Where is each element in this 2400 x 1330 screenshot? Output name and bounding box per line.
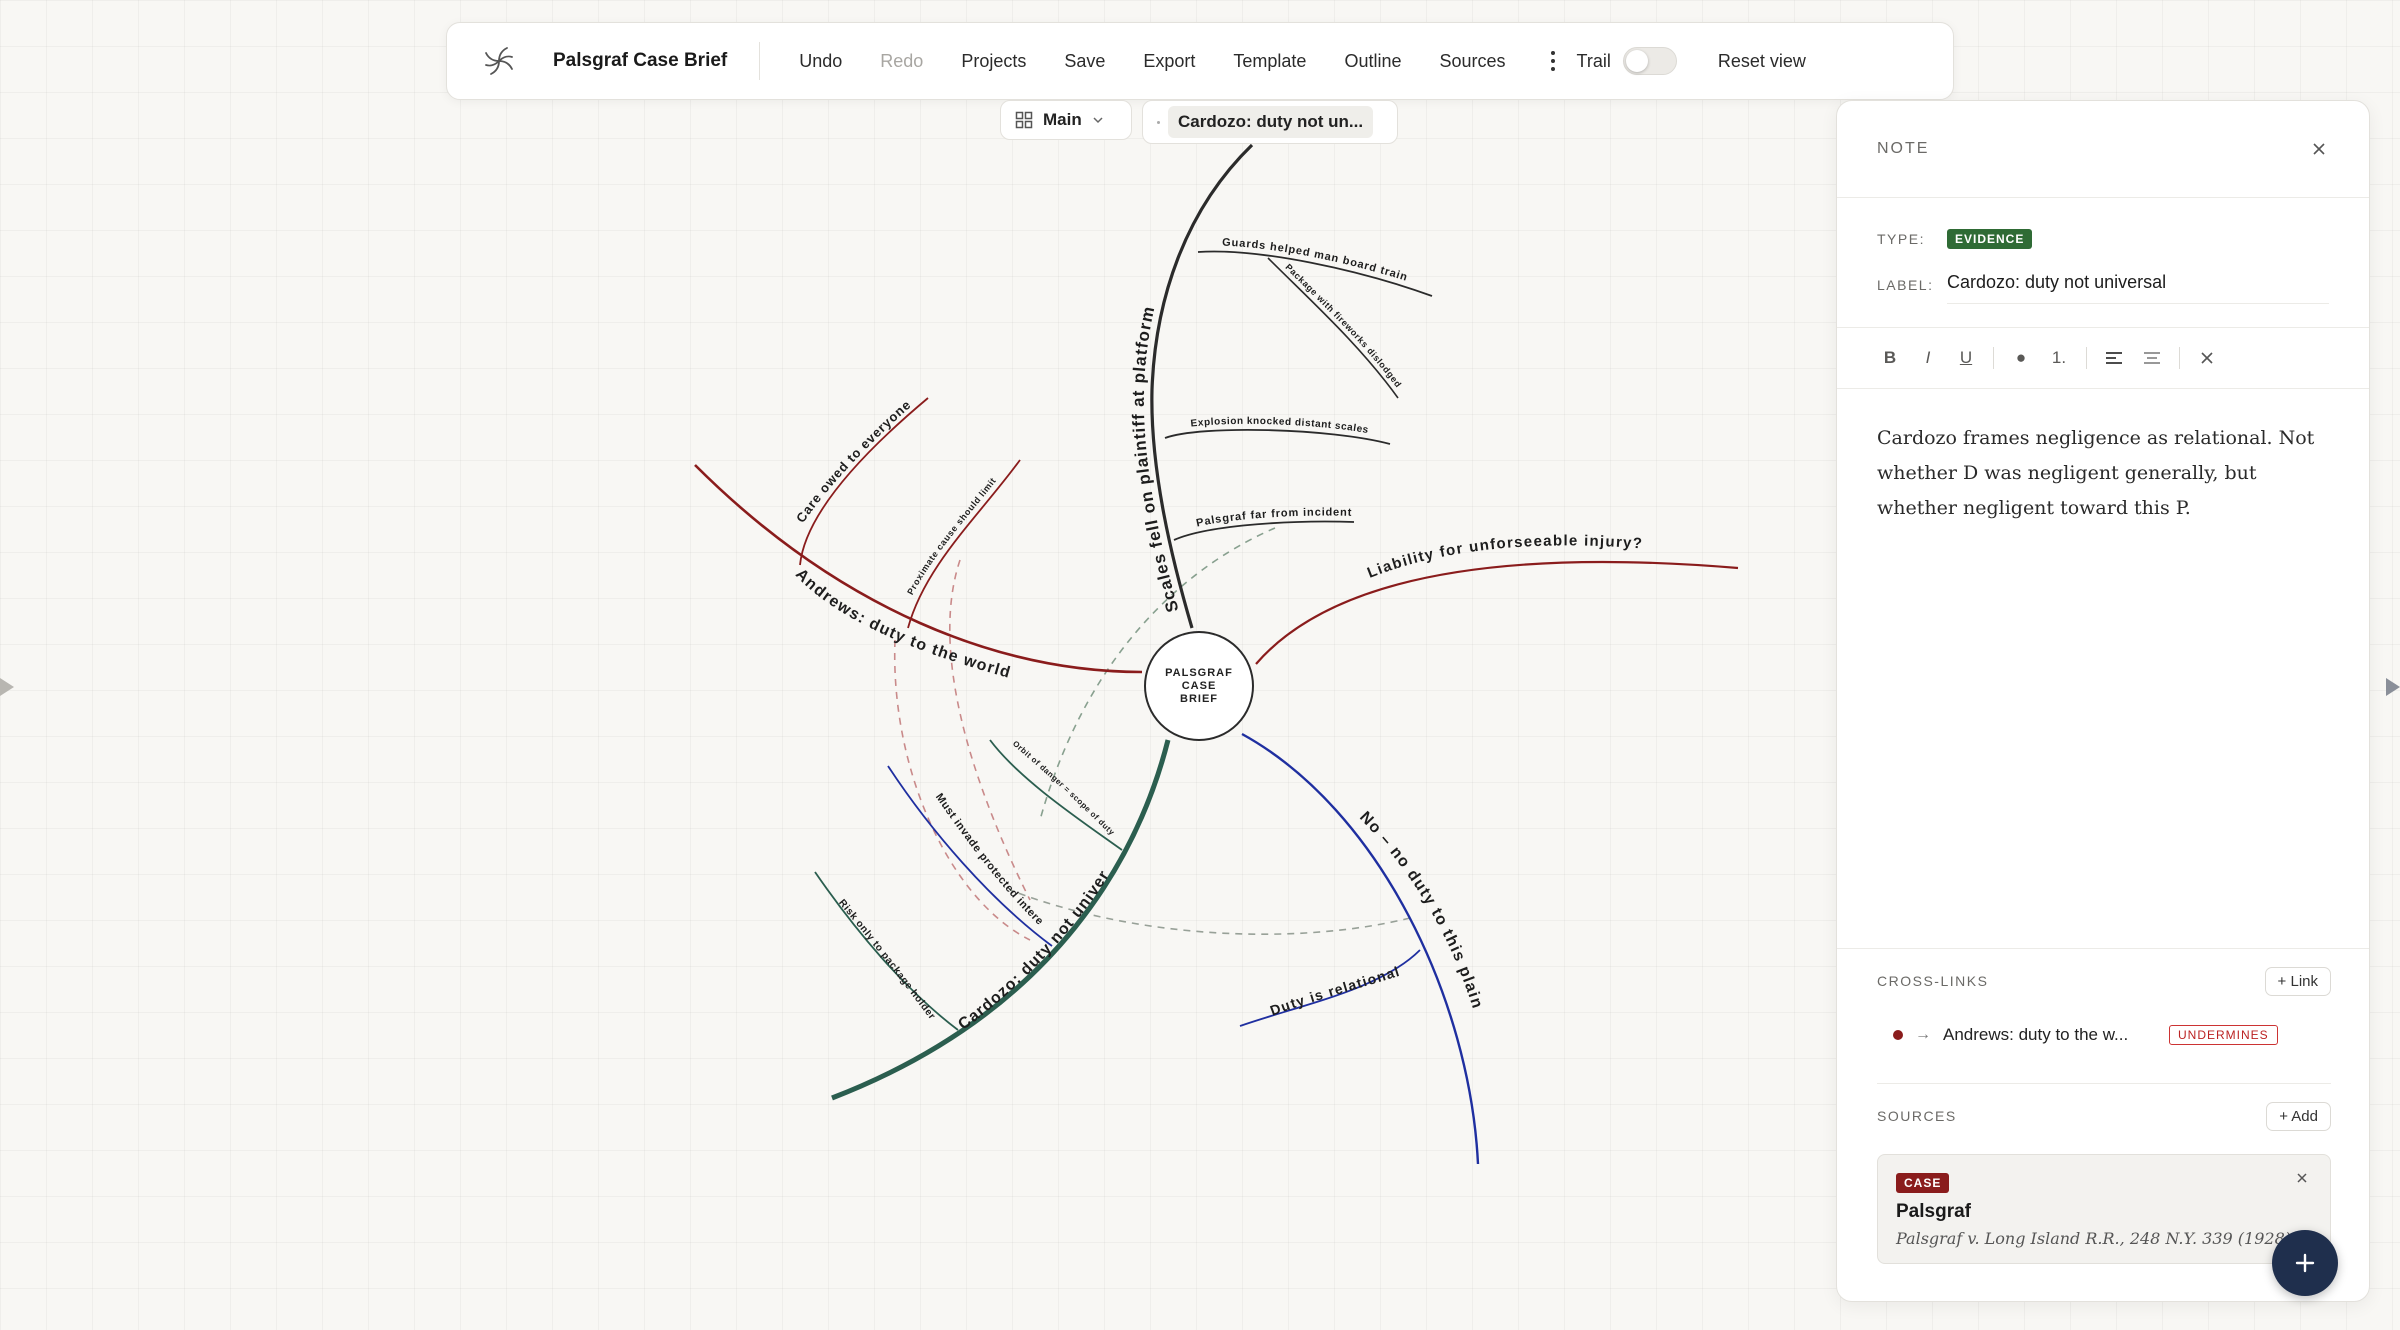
branch-no-duty[interactable] xyxy=(1241,732,1480,1165)
leaf-label-explosion: Explosion knocked distant scales xyxy=(1190,416,1369,436)
trail-label: Trail xyxy=(1576,50,1611,71)
export-button[interactable]: Export xyxy=(1124,43,1214,80)
branch-label-no-duty: No – no duty to this plaintiff xyxy=(0,0,1486,1011)
hub-label: PALSGRAF CASE BRIEF xyxy=(1165,666,1233,705)
add-node-button[interactable] xyxy=(2272,1230,2338,1296)
toolbar-separator xyxy=(1993,347,1994,369)
branch-cardozo[interactable] xyxy=(831,739,1171,1101)
note-body-editor[interactable]: Cardozo frames negligence as relational.… xyxy=(1837,389,2369,949)
leaf-label-orbit: Orbit of danger = scope of duty xyxy=(1011,739,1117,837)
italic-button[interactable]: I xyxy=(1911,341,1945,375)
label-key: LABEL: xyxy=(1877,277,1934,293)
note-panel: NOTE TYPE: EVIDENCE LABEL: Cardozo: duty… xyxy=(1836,100,2370,1302)
source-citation: Palsgraf v. Long Island R.R., 248 N.Y. 3… xyxy=(1896,1229,2291,1248)
reset-view-button[interactable]: Reset view xyxy=(1699,43,1825,80)
chevron-down-icon xyxy=(1093,117,1103,124)
numbered-list-button[interactable]: 1. xyxy=(2042,341,2076,375)
projects-button[interactable]: Projects xyxy=(942,43,1045,80)
trail-toggle[interactable] xyxy=(1622,47,1677,75)
toolbar-separator xyxy=(2179,347,2180,369)
remove-source-icon[interactable] xyxy=(2296,1171,2308,1189)
type-key: TYPE: xyxy=(1877,231,1925,247)
mind-map-canvas[interactable]: Scales fell on plaintiff at platform Gua… xyxy=(0,0,1840,1330)
toolbar-divider xyxy=(759,42,761,80)
cross-link-row[interactable]: → Andrews: duty to the w... UNDERMINES xyxy=(1877,1013,2331,1057)
breadcrumb: Cardozo: duty not un... xyxy=(1142,100,1398,144)
save-button[interactable]: Save xyxy=(1045,43,1124,80)
cross-link-line xyxy=(949,559,1031,901)
toolbar-separator xyxy=(2086,347,2087,369)
leaf-label-care: Care owed to everyone xyxy=(793,397,914,526)
add-link-button[interactable]: + Link xyxy=(2264,966,2331,996)
redo-button[interactable]: Redo xyxy=(861,43,942,80)
bold-button[interactable]: B xyxy=(1873,341,1907,375)
breadcrumb-current[interactable]: Cardozo: duty not un... xyxy=(1168,106,1374,138)
source-kind-badge: CASE xyxy=(1896,1173,1950,1193)
add-source-button[interactable]: + Add xyxy=(2266,1101,2331,1131)
leaf-label-risk: Risk only to package holder xyxy=(836,898,937,1023)
view-selector[interactable]: Main xyxy=(1000,100,1132,140)
note-panel-title: NOTE xyxy=(1877,140,1930,157)
leaf-label-guards: Guards helped man board train xyxy=(1222,237,1409,284)
branch-label-andrews: Andrews: duty to the world xyxy=(792,566,1013,682)
view-selector-label: Main xyxy=(1043,110,1082,129)
label-input[interactable]: Cardozo: duty not universal xyxy=(1947,266,2329,304)
source-title: Palsgraf xyxy=(1896,1201,1971,1222)
collapse-right-arrow-icon[interactable] xyxy=(2386,678,2400,696)
leaf-label-relational: Duty is relational xyxy=(1268,963,1402,1019)
top-toolbar: Palsgraf Case Brief Undo Redo Projects S… xyxy=(446,22,1954,100)
leaf-label-palsgraf: Palsgraf far from incident xyxy=(1195,507,1352,530)
leaf-proximate-line[interactable] xyxy=(907,459,1021,629)
source-card[interactable]: CASE Palsgraf Palsgraf v. Long Island R.… xyxy=(1877,1154,2331,1264)
clear-format-icon[interactable] xyxy=(2190,341,2224,375)
leaf-invade-line[interactable] xyxy=(887,765,1053,947)
branch-liability[interactable] xyxy=(1255,560,1739,665)
note-panel-header: NOTE xyxy=(1837,101,2369,198)
leaf-care-line[interactable] xyxy=(799,397,929,566)
toggle-knob xyxy=(1625,50,1648,72)
cross-links-title: CROSS-LINKS xyxy=(1877,973,1989,989)
branch-label-cardozo: Cardozo: duty not universal xyxy=(0,0,1113,1033)
link-color-dot xyxy=(1893,1030,1903,1040)
undo-button[interactable]: Undo xyxy=(780,43,861,80)
outline-button[interactable]: Outline xyxy=(1325,43,1420,80)
grid-icon xyxy=(1015,111,1033,129)
underline-button[interactable]: U xyxy=(1949,341,1983,375)
close-icon[interactable] xyxy=(2307,137,2331,161)
template-button[interactable]: Template xyxy=(1214,43,1325,80)
leaf-orbit-line[interactable] xyxy=(989,739,1123,851)
relation-badge[interactable]: UNDERMINES xyxy=(2169,1025,2278,1045)
format-toolbar: B I U ● 1. xyxy=(1837,328,2369,389)
collapse-left-arrow-icon[interactable] xyxy=(0,678,14,696)
more-menu-icon[interactable] xyxy=(1541,46,1565,76)
note-meta: TYPE: EVIDENCE LABEL: Cardozo: duty not … xyxy=(1837,198,2369,328)
align-left-icon[interactable] xyxy=(2097,341,2131,375)
app-logo-icon[interactable] xyxy=(479,41,519,81)
cross-links-section: CROSS-LINKS + Link → Andrews: duty to th… xyxy=(1837,949,2369,1084)
branch-label-liability: Liability for unforseeable injury? xyxy=(1365,532,1644,581)
arrow-right-icon: → xyxy=(1915,1026,1931,1043)
bullet-list-button[interactable]: ● xyxy=(2004,341,2038,375)
align-center-icon[interactable] xyxy=(2135,341,2169,375)
breadcrumb-dot-icon xyxy=(1157,120,1160,124)
leaf-label-proximate: Proximate cause should limit xyxy=(905,476,998,597)
document-title[interactable]: Palsgraf Case Brief xyxy=(553,50,727,72)
leaf-label-invade: Must invade protected interest xyxy=(0,0,1046,928)
plus-icon xyxy=(2295,1253,2315,1273)
hub-node[interactable]: PALSGRAF CASE BRIEF xyxy=(1144,631,1254,741)
sources-button[interactable]: Sources xyxy=(1421,43,1525,80)
sources-title: SOURCES xyxy=(1877,1108,1957,1124)
type-badge[interactable]: EVIDENCE xyxy=(1947,229,2033,249)
cross-link-target[interactable]: Andrews: duty to the w... xyxy=(1943,1025,2157,1045)
